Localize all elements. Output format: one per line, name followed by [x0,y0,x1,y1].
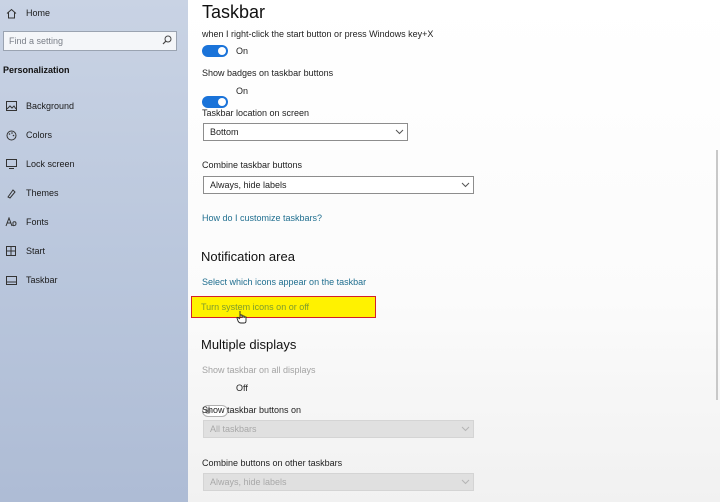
home-icon [4,6,18,20]
sidebar-item-themes[interactable]: Themes [0,182,59,204]
location-label: Taskbar location on screen [202,108,310,118]
themes-icon [4,186,18,200]
sidebar-item-label: Themes [26,188,59,198]
sidebar-item-label: Start [26,246,46,256]
hand-cursor-icon [236,310,248,327]
customize-taskbars-link[interactable]: How do I customize taskbars? [202,213,322,223]
sidebar-home[interactable]: Home [0,2,50,24]
badges-state: On [236,86,249,96]
location-value: Bottom [210,127,239,137]
location-select[interactable]: Bottom [203,123,408,141]
badges-toggle[interactable] [202,96,228,108]
settings-content: Taskbar when I right-click the start but… [188,0,720,502]
start-button-menu-toggle[interactable] [202,45,228,57]
find-setting-search[interactable]: Find a setting [3,31,177,51]
sidebar-item-background[interactable]: Background [0,95,74,117]
buttons-on-select[interactable]: All taskbars [203,420,474,438]
show-all-displays-state: Off [236,383,248,393]
chevron-down-icon [457,424,473,434]
page-title: Taskbar [202,2,266,22]
combine-other-select[interactable]: Always, hide labels [203,473,474,491]
combine-value: Always, hide labels [210,180,287,190]
combine-other-value: Always, hide labels [210,477,287,487]
chevron-down-icon [457,180,473,190]
sidebar-item-taskbar[interactable]: Taskbar [0,269,58,291]
system-icons-link[interactable]: Turn system icons on or off [201,302,309,312]
search-placeholder: Find a setting [9,36,64,46]
multiple-displays-heading: Multiple displays [201,337,297,352]
sidebar-home-label: Home [26,8,51,18]
buttons-on-value: All taskbars [210,424,257,434]
badges-label: Show badges on taskbar buttons [202,68,334,78]
sidebar-item-label: Lock screen [26,159,75,169]
buttons-on-label: Show taskbar buttons on [202,405,302,415]
chevron-down-icon [391,127,407,137]
image-icon [4,99,18,113]
start-icon [4,244,18,258]
sidebar-item-colors[interactable]: Colors [0,124,52,146]
sidebar-item-label: Fonts [26,217,49,227]
sidebar-item-start[interactable]: Start [0,240,45,262]
notification-area-heading: Notification area [201,249,295,264]
chevron-down-icon [457,477,473,487]
search-icon [162,35,176,48]
fonts-icon [4,215,18,229]
scrollbar[interactable] [716,150,718,400]
sidebar-item-lock-screen[interactable]: Lock screen [0,153,75,175]
system-icons-highlight[interactable]: Turn system icons on or off [191,296,376,318]
combine-label: Combine taskbar buttons [202,160,303,170]
combine-select[interactable]: Always, hide labels [203,176,474,194]
show-all-displays-label: Show taskbar on all displays [202,365,316,375]
combine-other-label: Combine buttons on other taskbars [202,458,343,468]
start-button-menu-label: when I right-click the start button or p… [202,29,434,39]
sidebar-item-label: Colors [26,130,53,140]
sidebar-item-label: Taskbar [26,275,58,285]
palette-icon [4,128,18,142]
start-button-menu-state: On [236,46,249,56]
taskbar-icon [4,273,18,287]
sidebar-item-fonts[interactable]: Fonts [0,211,49,233]
section-label-personalization: Personalization [3,65,70,75]
select-icons-link[interactable]: Select which icons appear on the taskbar [202,277,366,287]
settings-sidebar: Home Find a setting Personalization Back… [0,0,188,502]
sidebar-item-label: Background [26,101,75,111]
lock-screen-icon [4,157,18,171]
